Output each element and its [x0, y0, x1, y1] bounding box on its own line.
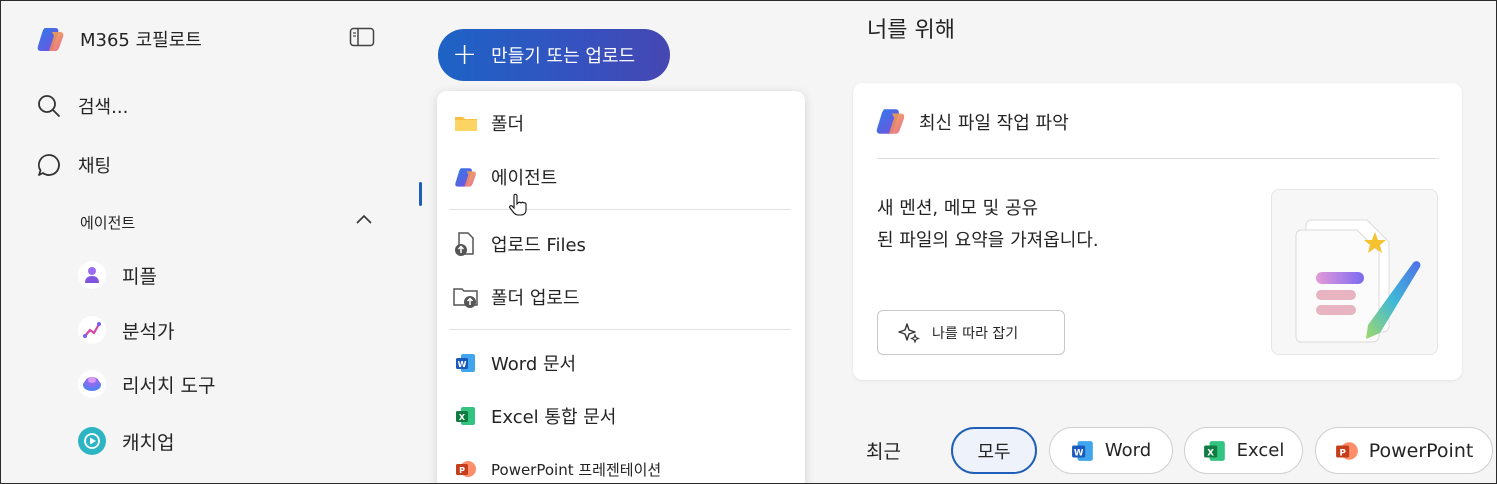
menu-item-label: 폴더 [491, 114, 525, 135]
card-description-line: 새 멘션, 메모 및 공유 [877, 198, 1039, 219]
agents-section-header[interactable]: 에이전트 [80, 212, 135, 233]
copilot-icon [453, 164, 479, 190]
svg-text:P: P [1339, 448, 1346, 458]
powerpoint-icon: P [1335, 441, 1358, 460]
agent-item-label: 분석가 [122, 320, 175, 343]
folder-icon [453, 110, 479, 136]
word-icon: W [453, 350, 479, 376]
card-description: 새 멘션, 메모 및 공유 된 파일의 요약을 가져옵니다. [877, 193, 1099, 257]
excel-icon: X [1203, 440, 1225, 461]
menu-item-agent[interactable]: 에이전트 [453, 164, 557, 190]
nav-chat-label: 채팅 [78, 156, 112, 177]
card-title: 최신 파일 작업 파악 [919, 113, 1069, 134]
agent-item-researcher[interactable]: 리서치 도구 [78, 370, 215, 398]
menu-item-label: 업로드 Files [491, 235, 586, 256]
catchup-card: 최신 파일 작업 파악 새 멘션, 메모 및 공유 된 파일의 요약을 가져옵니… [853, 83, 1462, 380]
researcher-agent-icon [78, 370, 106, 398]
menu-item-upload-folder[interactable]: 폴더 업로드 [453, 284, 580, 310]
agent-item-analyst[interactable]: 분석가 [78, 316, 174, 344]
catchup-agent-icon [78, 427, 106, 455]
svg-text:W: W [458, 360, 467, 369]
copilot-logo-icon [37, 28, 64, 51]
filter-chip-powerpoint[interactable]: P PowerPoint [1315, 427, 1493, 474]
active-item-indicator [419, 182, 422, 206]
filter-chip-label: 모두 [977, 441, 1011, 463]
agent-item-label: 피플 [122, 265, 157, 288]
recent-label: 최근 [866, 441, 901, 463]
catch-me-up-button[interactable]: 나를 따라 잡기 [877, 310, 1065, 355]
document-illustration [1271, 189, 1438, 355]
agent-item-label: 리서치 도구 [122, 374, 216, 397]
chat-icon [38, 154, 60, 176]
upload-file-icon [453, 231, 479, 257]
powerpoint-icon: P [453, 456, 479, 482]
create-button-label: 만들기 또는 업로드 [491, 46, 636, 67]
chevron-up-icon[interactable] [356, 214, 372, 224]
word-icon: W [1071, 440, 1093, 461]
filter-chip-excel[interactable]: X Excel [1184, 427, 1303, 474]
nav-search[interactable]: 검색... [36, 93, 128, 119]
people-agent-icon [78, 261, 106, 289]
sidebar-toggle-icon[interactable] [349, 27, 375, 47]
menu-item-powerpoint[interactable]: P PowerPoint 프레젠테이션 [453, 456, 661, 482]
menu-item-label: Word 문서 [491, 354, 577, 375]
nav-search-label: 검색... [78, 97, 129, 118]
create-or-upload-button[interactable]: + 만들기 또는 업로드 [438, 29, 670, 81]
upload-folder-icon [453, 284, 479, 310]
copilot-logo-icon [876, 109, 905, 134]
menu-item-excel[interactable]: X Excel 통합 문서 [453, 403, 616, 429]
menu-item-label: 에이전트 [491, 168, 558, 189]
filter-chip-label: PowerPoint [1368, 439, 1474, 462]
agent-item-catchup[interactable]: 캐치업 [78, 427, 174, 455]
svg-text:X: X [459, 413, 466, 422]
for-you-title: 너를 위해 [867, 18, 955, 43]
catch-me-up-label: 나를 따라 잡기 [932, 325, 1019, 342]
filter-chip-label: Word [1104, 440, 1152, 461]
menu-item-label: PowerPoint 프레젠테이션 [491, 460, 662, 479]
filter-chip-all[interactable]: 모두 [951, 427, 1037, 474]
svg-text:W: W [1074, 448, 1084, 458]
filter-chip-label: Excel [1236, 440, 1285, 461]
sparkle-icon [898, 322, 920, 343]
svg-text:P: P [459, 466, 465, 475]
nav-chat[interactable]: 채팅 [36, 152, 111, 178]
app-title: M365 코필로트 [80, 30, 202, 51]
analyst-agent-icon [78, 316, 106, 344]
menu-item-label: Excel 통합 문서 [491, 407, 617, 428]
menu-item-label: 폴더 업로드 [491, 288, 580, 309]
sidebar: M365 코필로트 검색... 채팅 에이전트 피플 분석가 리서치 도구 캐치… [0, 0, 400, 484]
agent-item-people[interactable]: 피플 [78, 261, 157, 289]
filter-chip-word[interactable]: W Word [1049, 427, 1173, 474]
card-divider [877, 158, 1439, 159]
app-brand[interactable]: M365 코필로트 [36, 24, 202, 54]
search-icon [38, 95, 60, 117]
menu-divider [449, 329, 791, 330]
menu-divider [449, 209, 791, 210]
menu-item-upload-files[interactable]: 업로드 Files [453, 231, 586, 257]
agent-item-label: 캐치업 [122, 431, 175, 454]
menu-item-word[interactable]: W Word 문서 [453, 350, 576, 376]
excel-icon: X [453, 403, 479, 429]
hand-cursor-icon [509, 193, 527, 216]
plus-icon: + [452, 37, 478, 72]
create-menu: 폴더 에이전트 업로드 Files 폴더 업로드 W Word 문서 X Exc… [437, 91, 805, 484]
card-description-line: 된 파일의 요약을 가져옵니다. [877, 230, 1099, 251]
svg-text:X: X [1207, 448, 1214, 458]
menu-item-folder[interactable]: 폴더 [453, 110, 524, 136]
